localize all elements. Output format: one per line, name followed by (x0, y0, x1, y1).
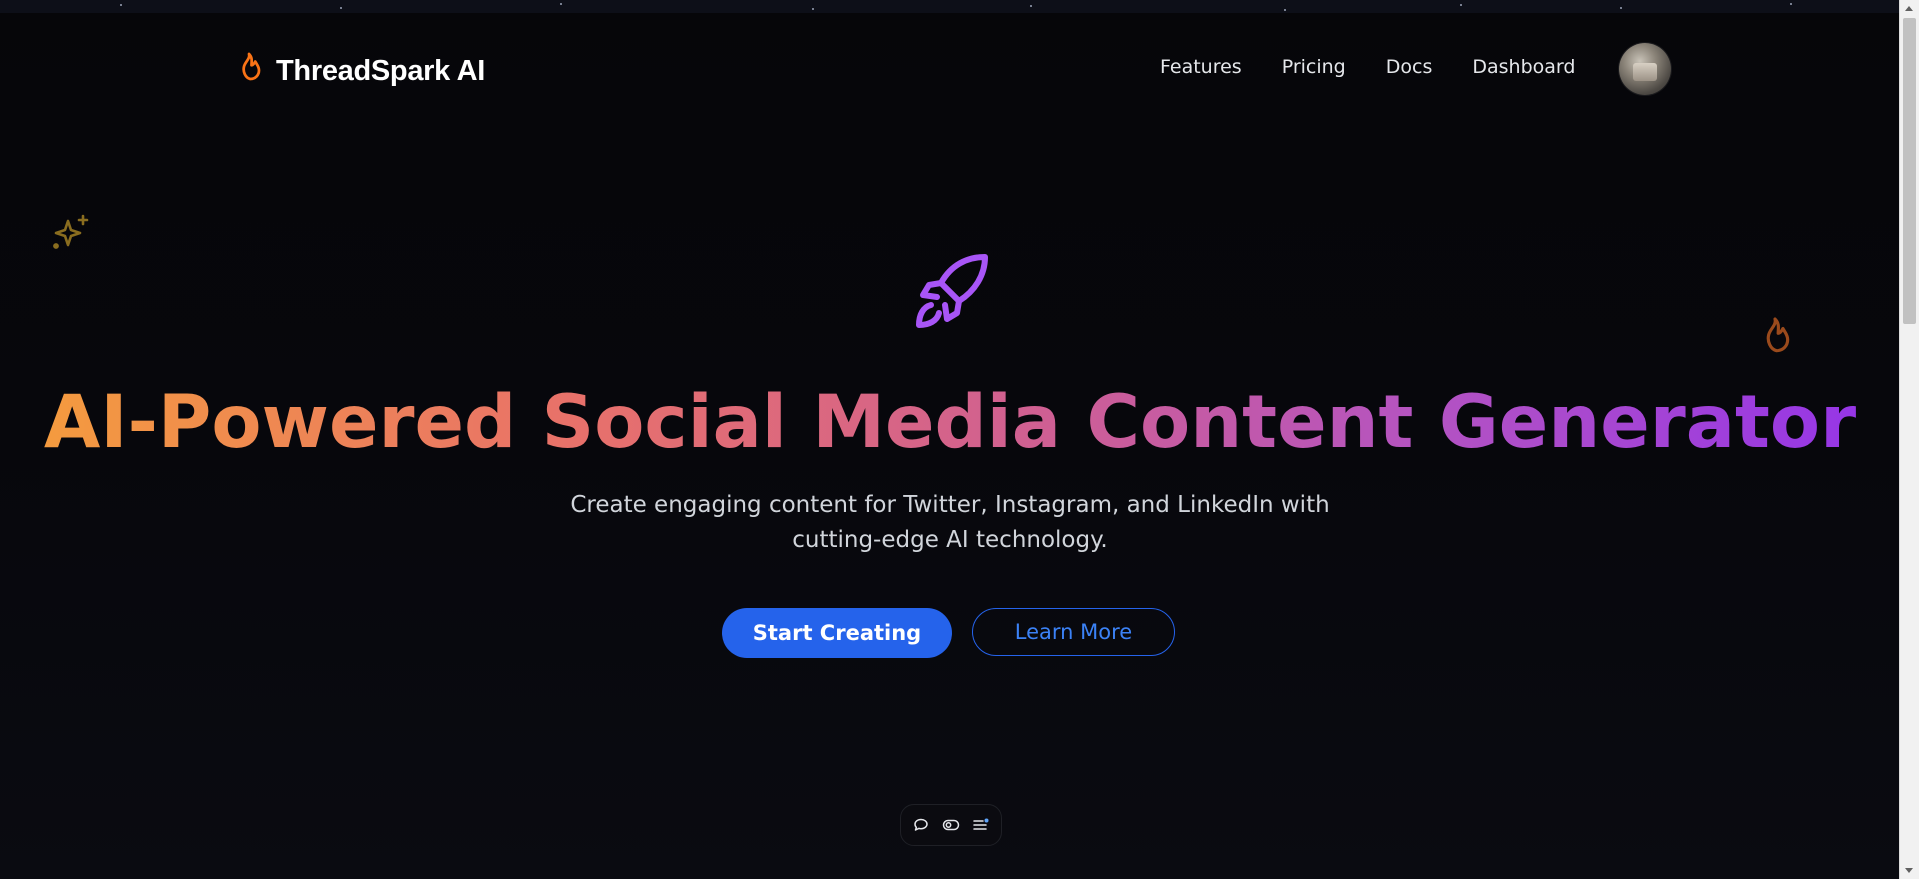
hero-subtitle-line-1: Create engaging content for Twitter, Ins… (570, 492, 1330, 518)
hero-cta-group: Start Creating Learn More (722, 608, 1175, 658)
nav-links: Features Pricing Docs Dashboard (1160, 56, 1575, 78)
star (1790, 3, 1792, 5)
star (1030, 5, 1032, 7)
menu-list-icon[interactable] (971, 815, 991, 835)
flame-icon (1756, 314, 1794, 367)
star (1460, 4, 1462, 6)
scroll-up-arrow[interactable] (1905, 6, 1913, 11)
star (812, 8, 814, 10)
scrollbar-thumb[interactable] (1903, 18, 1916, 324)
sparkle-icon (50, 212, 92, 259)
avatar-photo (1633, 63, 1657, 81)
hero-subtitle: Create engaging content for Twitter, Ins… (550, 488, 1350, 558)
hero-subtitle-line-2: cutting-edge AI technology. (792, 527, 1108, 553)
start-creating-button[interactable]: Start Creating (722, 608, 952, 658)
top-navigation: ThreadSpark AI Features Pricing Docs Das… (0, 40, 1900, 96)
nav-link-docs[interactable]: Docs (1386, 56, 1433, 78)
brand-name: ThreadSpark AI (276, 55, 486, 87)
flame-icon (234, 50, 264, 93)
brand-logo-link[interactable]: ThreadSpark AI (234, 50, 485, 93)
rocket-icon (911, 253, 991, 338)
nav-link-dashboard[interactable]: Dashboard (1472, 56, 1575, 78)
user-avatar[interactable] (1619, 43, 1671, 95)
toggle-icon[interactable] (941, 815, 961, 835)
star (340, 7, 342, 9)
star (1284, 9, 1286, 11)
star (1620, 7, 1622, 9)
star (560, 3, 562, 5)
floating-toolbar (900, 804, 1002, 846)
starfield-band (0, 0, 1900, 13)
star (120, 4, 122, 6)
chat-bubble-icon[interactable] (911, 815, 931, 835)
nav-link-pricing[interactable]: Pricing (1282, 56, 1346, 78)
hero-headline: AI-Powered Social Media Content Generato… (0, 380, 1900, 466)
page-viewport: ThreadSpark AI Features Pricing Docs Das… (0, 0, 1900, 879)
page-scrollbar[interactable] (1899, 0, 1919, 879)
scroll-down-arrow[interactable] (1905, 868, 1913, 873)
learn-more-button[interactable]: Learn More (972, 608, 1175, 656)
nav-link-features[interactable]: Features (1160, 56, 1242, 78)
